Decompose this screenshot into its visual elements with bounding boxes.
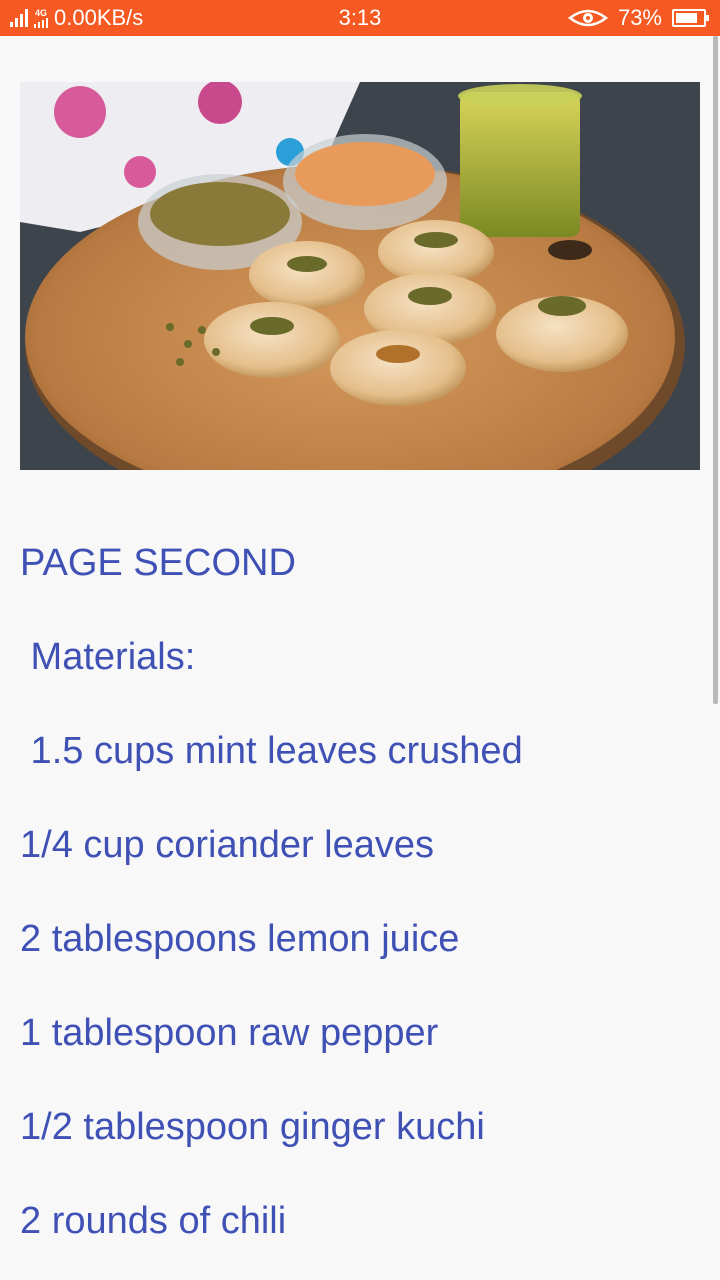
food-photo	[20, 82, 700, 470]
battery-percent: 73%	[617, 5, 662, 30]
materials-heading: Materials:	[20, 636, 196, 678]
battery-icon	[672, 9, 709, 27]
status-bar: 4G 0.00KB/s 3:13 73%	[0, 0, 720, 36]
page-content[interactable]: PAGE SECOND Materials: 1.5 cups mint lea…	[0, 36, 720, 1280]
ingredient-item: 2 tablespoons lemon juice	[20, 918, 460, 960]
ingredient-item: 1/2 tablespoon ginger kuchi	[20, 1106, 485, 1148]
ingredient-item: 1.5 cups mint leaves crushed	[20, 730, 523, 772]
ingredient-item: 2 rounds of chili	[20, 1200, 287, 1242]
ingredient-item: 1/4 cup coriander leaves	[20, 824, 435, 866]
scrollbar[interactable]	[713, 36, 718, 704]
page-title: PAGE SECOND	[20, 542, 296, 584]
food-photo-icon	[20, 82, 700, 470]
status-right: 73%	[567, 5, 709, 31]
ingredient-item: 1 tablespoon raw pepper	[20, 1012, 439, 1054]
eye-icon	[567, 9, 608, 27]
